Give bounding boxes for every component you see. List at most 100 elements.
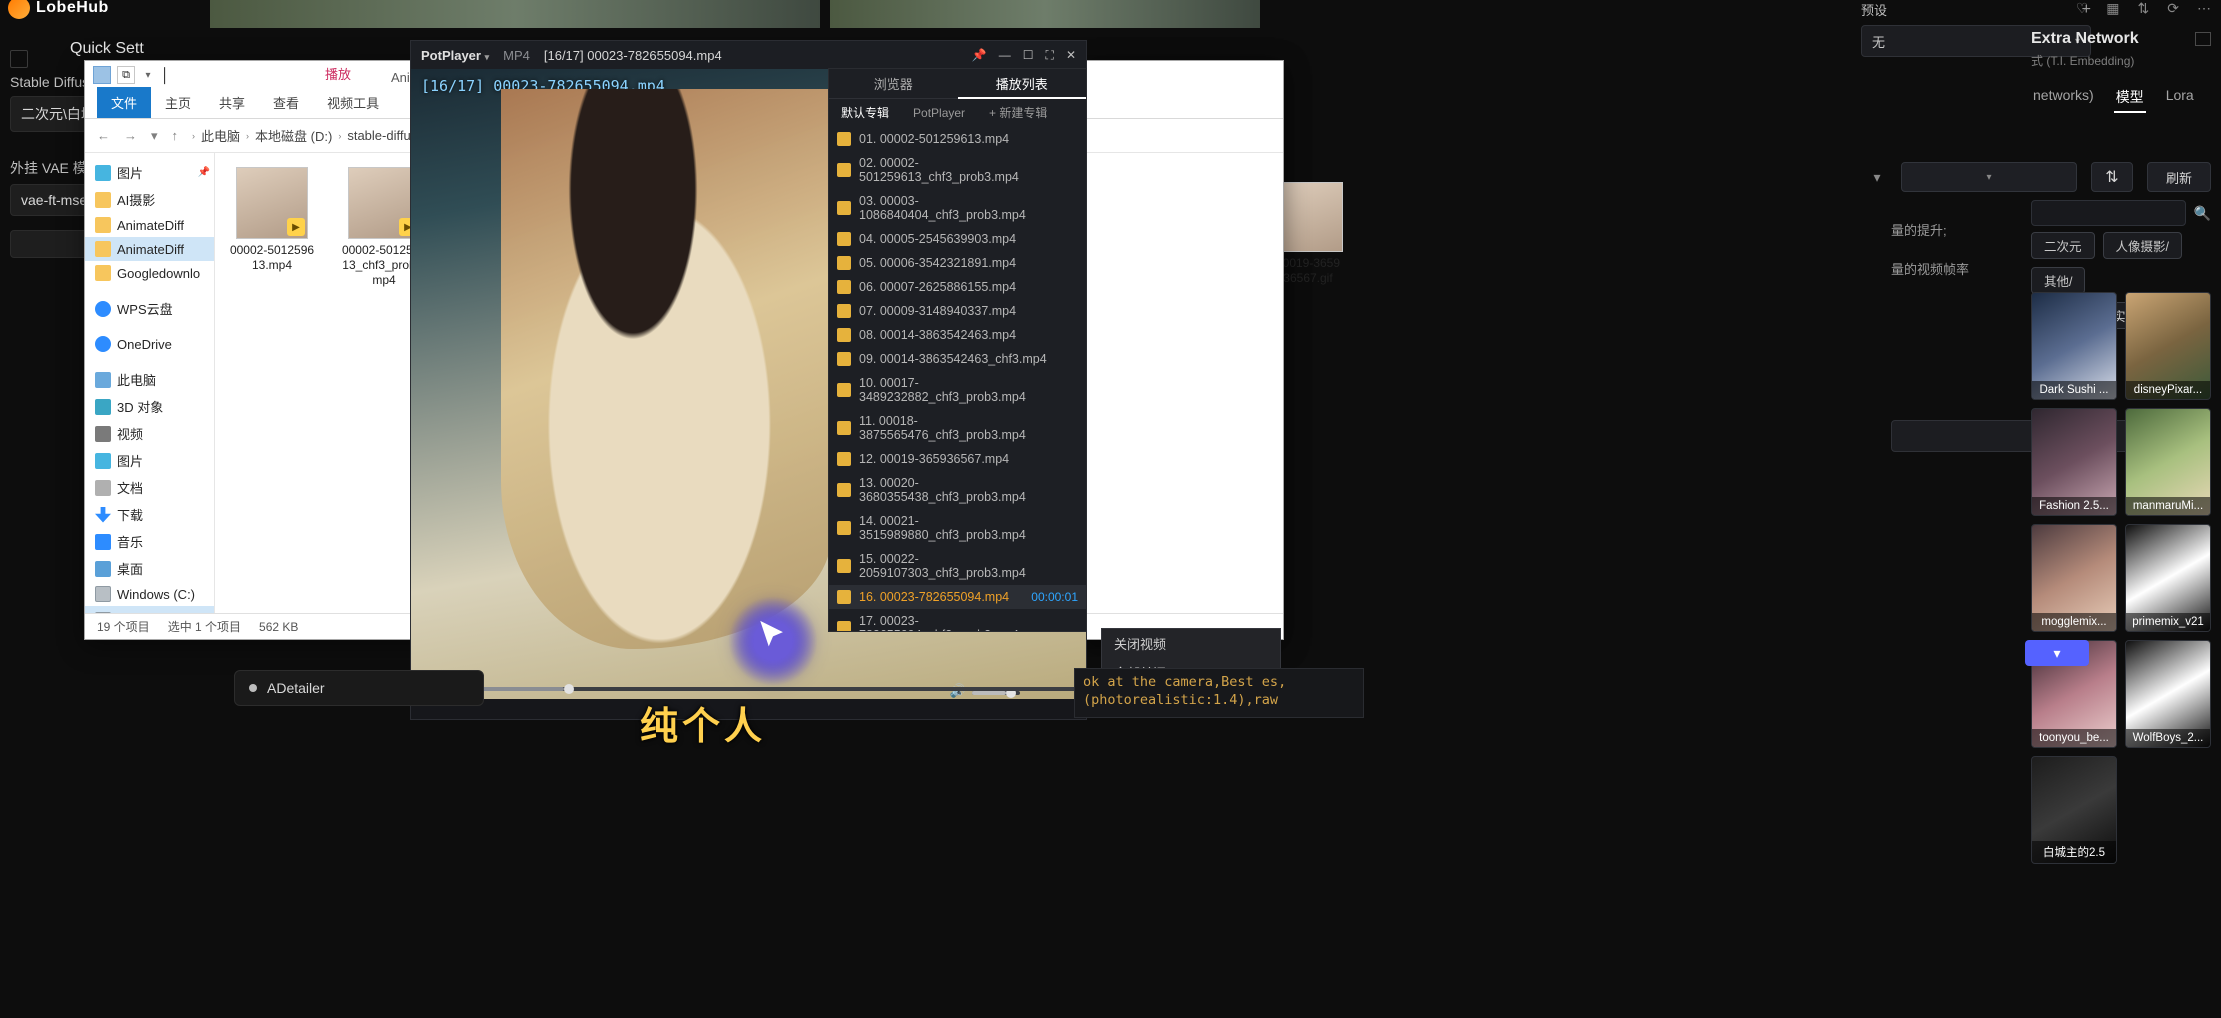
playlist-item[interactable]: 07. 00009-3148940337.mp4: [829, 299, 1086, 323]
playlist-item[interactable]: 05. 00006-3542321891.mp4: [829, 251, 1086, 275]
top-tab-play[interactable]: 播放: [305, 58, 371, 89]
tree-item[interactable]: 图片: [85, 447, 214, 474]
model-card[interactable]: Dark Sushi ...: [2031, 292, 2117, 400]
ribbon-tab[interactable]: 共享: [205, 87, 259, 118]
tree-item[interactable]: 音乐: [85, 528, 214, 555]
tree-item[interactable]: 此电脑: [85, 366, 214, 393]
seek-slider[interactable]: [419, 687, 1078, 691]
playlist-item[interactable]: 06. 00007-2625886155.mp4: [829, 275, 1086, 299]
primary-dropdown-button[interactable]: ▾: [2025, 640, 2089, 666]
volume-icon[interactable]: 🔊: [950, 683, 966, 699]
playlist-album-tab[interactable]: 默认专辑: [829, 99, 901, 127]
preset-add-icon[interactable]: +: [2082, 1, 2091, 19]
playlist-item[interactable]: 15. 00022-2059107303_chf3_prob3.mp4: [829, 547, 1086, 585]
ribbon-tab[interactable]: 视频工具: [313, 87, 393, 118]
playlist-album-tab[interactable]: PotPlayer: [901, 99, 977, 127]
nav-forward-icon[interactable]: →: [124, 128, 137, 143]
ribbon-tab[interactable]: 主页: [151, 87, 205, 118]
playlist-panel: 浏览器播放列表 默认专辑PotPlayer新建专辑 01. 00002-5012…: [828, 68, 1087, 632]
playlist-item[interactable]: 08. 00014-3863542463.mp4: [829, 323, 1086, 347]
tree-item[interactable]: AnimateDiff: [85, 213, 214, 237]
playlist-item[interactable]: 17. 00023-782655094_chf3_prob3.mp4: [829, 609, 1086, 631]
menu-close-video[interactable]: 关闭视频: [1102, 629, 1280, 658]
tree-item[interactable]: OneDrive: [85, 332, 214, 356]
playlist-item[interactable]: 14. 00021-3515989880_chf3_prob3.mp4: [829, 509, 1086, 547]
extra-network-tab[interactable]: Lora: [2164, 83, 2196, 113]
tree-item[interactable]: 视频: [85, 420, 214, 447]
playlist-album-tab[interactable]: 新建专辑: [977, 99, 1059, 127]
model-card[interactable]: disneyPixar...: [2125, 292, 2211, 400]
video-file-icon: [837, 590, 851, 604]
video-file-icon: [837, 256, 851, 270]
swap-button[interactable]: ⇅: [2091, 162, 2133, 192]
tree-item[interactable]: 下载: [85, 501, 214, 528]
win-close-icon[interactable]: ✕: [1066, 48, 1076, 63]
cursor-icon: [756, 614, 790, 656]
playlist-item[interactable]: 13. 00020-3680355438_chf3_prob3.mp4: [829, 471, 1086, 509]
desk-icon: [95, 561, 111, 577]
model-dropdown[interactable]: ▾: [1901, 162, 2077, 192]
playlist-item[interactable]: 02. 00002-501259613_chf3_prob3.mp4: [829, 151, 1086, 189]
tree-item[interactable]: AI摄影: [85, 186, 214, 213]
tree-item[interactable]: 3D 对象: [85, 393, 214, 420]
playlist-item[interactable]: 11. 00018-3875565476_chf3_prob3.mp4: [829, 409, 1086, 447]
nav-history-icon[interactable]: ▾: [151, 128, 158, 144]
playlist-item[interactable]: 04. 00005-2545639903.mp4: [829, 227, 1086, 251]
potplayer-menu-button[interactable]: PotPlayer ▾: [421, 48, 489, 63]
win-min-icon[interactable]: —: [999, 48, 1011, 63]
ribbon-tab[interactable]: 查看: [259, 87, 313, 118]
prompt-preview[interactable]: ok at the camera,Best es,(photorealistic…: [1074, 668, 1364, 718]
tree-item[interactable]: 文档: [85, 474, 214, 501]
video-file-icon: [837, 352, 851, 366]
volume-slider[interactable]: [972, 691, 1020, 695]
nav-back-icon[interactable]: ←: [97, 128, 110, 143]
nav-up-icon[interactable]: ↑: [172, 128, 179, 143]
playlist-item[interactable]: 01. 00002-501259613.mp4: [829, 127, 1086, 151]
playlist-main-tab[interactable]: 浏览器: [829, 69, 958, 99]
playlist-item-label: 13. 00020-3680355438_chf3_prob3.mp4: [859, 476, 1078, 504]
sort-icon[interactable]: ⇅: [2138, 0, 2150, 17]
breadcrumb-item[interactable]: 本地磁盘 (D:): [255, 126, 332, 145]
tree-item[interactable]: 图片📌: [85, 159, 214, 186]
win-full-icon[interactable]: ⛶: [1046, 48, 1054, 63]
img-icon: [95, 165, 111, 181]
extra-network-tab[interactable]: 模型: [2114, 83, 2146, 113]
grid-icon[interactable]: ▦: [2106, 0, 2119, 17]
sync-icon[interactable]: ⟳: [2167, 0, 2179, 17]
model-card[interactable]: mogglemix...: [2031, 524, 2117, 632]
tree-item[interactable]: WPS云盘: [85, 295, 214, 322]
status-selected: 选中 1 个项目: [168, 618, 241, 635]
playlist-item[interactable]: 10. 00017-3489232882_chf3_prob3.mp4: [829, 371, 1086, 409]
model-card[interactable]: WolfBoys_2...: [2125, 640, 2211, 748]
playlist-item[interactable]: 03. 00003-1086840404_chf3_prob3.mp4: [829, 189, 1086, 227]
more-icon[interactable]: ⋯: [2197, 0, 2211, 17]
pin-icon[interactable]: 📌: [972, 48, 987, 63]
caret-down-icon[interactable]: ▾: [1861, 162, 1893, 192]
model-card[interactable]: Fashion 2.5...: [2031, 408, 2117, 516]
adetailer-accordion[interactable]: ADetailer: [234, 670, 484, 706]
win-max-icon[interactable]: ☐: [1023, 48, 1034, 63]
extra-network-tab[interactable]: networks): [2031, 83, 2096, 113]
folder-icon: [95, 265, 111, 281]
preset-label: 预设 +: [1861, 0, 2091, 19]
playlist-main-tab[interactable]: 播放列表: [958, 69, 1087, 99]
tree-item-label: 此电脑: [117, 370, 156, 389]
tree-item[interactable]: 本地磁盘 (D:): [85, 606, 214, 613]
tree-item[interactable]: Windows (C:): [85, 582, 214, 606]
tree-item[interactable]: AnimateDiff: [85, 237, 214, 261]
model-card[interactable]: primemix_v21: [2125, 524, 2211, 632]
playlist-item[interactable]: 09. 00014-3863542463_chf3.mp4: [829, 347, 1086, 371]
panel-dock-icon[interactable]: [2195, 32, 2211, 46]
video-content-illustration: [501, 89, 831, 649]
playlist-item[interactable]: 16. 00023-782655094.mp400:00:01: [829, 585, 1086, 609]
potplayer-titlebar[interactable]: PotPlayer ▾ MP4 [16/17] 00023-782655094.…: [411, 41, 1086, 69]
tree-item[interactable]: Googledownlo: [85, 261, 214, 285]
playlist-item[interactable]: 12. 00019-365936567.mp4: [829, 447, 1086, 471]
breadcrumb-item[interactable]: 此电脑: [201, 126, 240, 145]
model-card[interactable]: 白城主的2.5: [2031, 756, 2117, 864]
model-card[interactable]: manmaruMi...: [2125, 408, 2211, 516]
ribbon-tab[interactable]: 文件: [97, 87, 151, 118]
file-thumbnail[interactable]: ▶00002-501259613.mp4: [229, 167, 315, 288]
tree-item[interactable]: 桌面: [85, 555, 214, 582]
refresh-button[interactable]: 刷新: [2147, 162, 2211, 192]
